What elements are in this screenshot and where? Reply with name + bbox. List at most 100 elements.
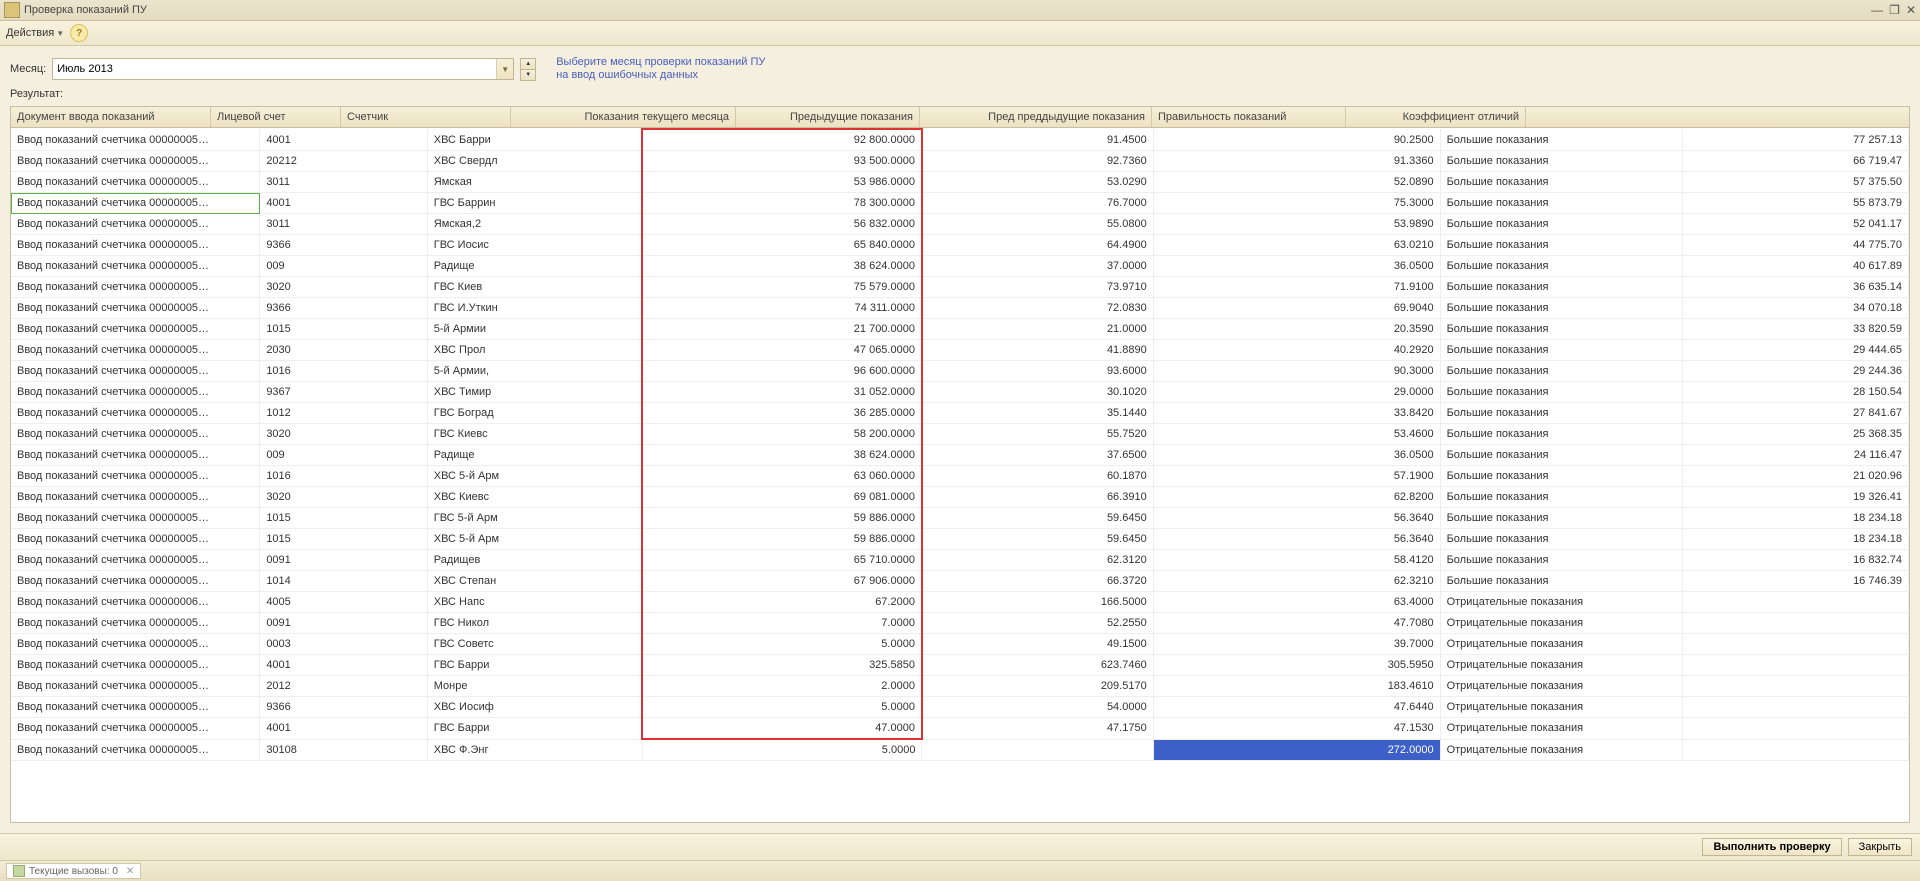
cell: 1016 [260,361,427,382]
cell: 20.3590 [1153,319,1440,340]
table-row[interactable]: Ввод показаний счетчика 00000005…1016ХВС… [11,466,1909,487]
cell: 91.3360 [1153,151,1440,172]
column-header[interactable]: Документ ввода показаний [11,107,211,127]
cell: 64.4900 [922,235,1153,256]
cell: 0091 [260,613,427,634]
column-header[interactable]: Счетчик [341,107,511,127]
month-spin-down[interactable]: ▼ [520,69,536,81]
cell: 9366 [260,697,427,718]
cell: 62.3210 [1153,571,1440,592]
cell: ХВС Напс [427,592,642,613]
cell: ГВС 5-й Арм [427,508,642,529]
cell: Ввод показаний счетчика 00000005… [11,655,260,676]
status-tab-close-icon[interactable]: ✕ [126,866,134,877]
cell: Большие показания [1440,403,1682,424]
table-row[interactable]: Ввод показаний счетчика 00000005…20212ХВ… [11,151,1909,172]
cell: 209.5170 [922,676,1153,697]
column-header[interactable]: Лицевой счет [211,107,341,127]
table-row[interactable]: Ввод показаний счетчика 00000005…4001ХВС… [11,129,1909,151]
close-icon[interactable]: ✕ [1906,3,1916,17]
cell: Большие показания [1440,382,1682,403]
grid-body[interactable]: Ввод показаний счетчика 00000005…4001ХВС… [11,128,1909,822]
table-row[interactable]: Ввод показаний счетчика 00000005…3020ГВС… [11,424,1909,445]
table-row[interactable]: Ввод показаний счетчика 00000005…9367ХВС… [11,382,1909,403]
month-dropdown-button[interactable]: ▼ [496,59,513,79]
table-row[interactable]: Ввод показаний счетчика 00000005…1012ГВС… [11,403,1909,424]
table-row[interactable]: Ввод показаний счетчика 00000005…2012Мон… [11,676,1909,697]
column-header[interactable]: Коэффициент отличий [1346,107,1526,127]
table-row[interactable]: Ввод показаний счетчика 00000005…1015ХВС… [11,529,1909,550]
status-bar: Текущие вызовы: 0 ✕ [0,860,1920,881]
cell: 47 065.0000 [642,340,922,361]
minimize-icon[interactable]: — [1871,3,1883,17]
cell: Большие показания [1440,487,1682,508]
cell: Большие показания [1440,214,1682,235]
table-row[interactable]: Ввод показаний счетчика 00000005…3020ГВС… [11,277,1909,298]
table-row[interactable]: Ввод показаний счетчика 00000005…1015ГВС… [11,508,1909,529]
run-check-button[interactable]: Выполнить проверку [1702,838,1841,856]
cell: 65 840.0000 [642,235,922,256]
table-row[interactable]: Ввод показаний счетчика 00000005…009Ради… [11,256,1909,277]
column-header[interactable]: Предыдущие показания [736,107,920,127]
cell: 66 719.47 [1682,151,1908,172]
table-row[interactable]: Ввод показаний счетчика 00000005…1014ХВС… [11,571,1909,592]
table-row[interactable]: Ввод показаний счетчика 00000005…2030ХВС… [11,340,1909,361]
cell: 69.9040 [1153,298,1440,319]
cell [1682,655,1908,676]
cell: 4001 [260,129,427,151]
column-header[interactable]: Правильность показаний [1152,107,1346,127]
cell: 66.3910 [922,487,1153,508]
table-row[interactable]: Ввод показаний счетчика 00000005…4001ГВС… [11,193,1909,214]
table-row[interactable]: Ввод показаний счетчика 00000005…30108ХВ… [11,739,1909,761]
status-tab[interactable]: Текущие вызовы: 0 ✕ [6,863,141,879]
month-spin-up[interactable]: ▲ [520,58,536,69]
cell: 56 832.0000 [642,214,922,235]
cell: Большие показания [1440,193,1682,214]
cell: 33 820.59 [1682,319,1908,340]
chevron-down-icon: ▼ [56,29,64,38]
cell: Большие показания [1440,319,1682,340]
actions-menu[interactable]: Действия ▼ [6,27,64,39]
table-row[interactable]: Ввод показаний счетчика 00000005…9366ГВС… [11,298,1909,319]
cell: Ввод показаний счетчика 00000005… [11,613,260,634]
table-row[interactable]: Ввод показаний счетчика 00000005…3011Ямс… [11,214,1909,235]
month-input[interactable] [53,59,496,79]
cell: 52.0890 [1153,172,1440,193]
table-row[interactable]: Ввод показаний счетчика 00000005…3011Ямс… [11,172,1909,193]
cell: 96 600.0000 [642,361,922,382]
column-header[interactable]: Пред преддыдущие показания [920,107,1152,127]
cell: 73.9710 [922,277,1153,298]
column-header[interactable]: Показания текущего месяца [511,107,736,127]
table-row[interactable]: Ввод показаний счетчика 00000005…009Ради… [11,445,1909,466]
table-row[interactable]: Ввод показаний счетчика 00000005…10155-й… [11,319,1909,340]
cell: Большие показания [1440,256,1682,277]
cell: Большие показания [1440,235,1682,256]
table-row[interactable]: Ввод показаний счетчика 00000005…9366ГВС… [11,235,1909,256]
hint-text: Выберите месяц проверки показаний ПУ на … [556,56,765,82]
help-icon[interactable]: ? [70,24,88,42]
cell: 21.0000 [922,319,1153,340]
cell: 36.0500 [1153,256,1440,277]
maximize-icon[interactable]: ❐ [1889,3,1900,17]
table-row[interactable]: Ввод показаний счетчика 00000005…0003ГВС… [11,634,1909,655]
table-row[interactable]: Ввод показаний счетчика 00000006…4005ХВС… [11,592,1909,613]
table-row[interactable]: Ввод показаний счетчика 00000005…0091Рад… [11,550,1909,571]
cell: 009 [260,256,427,277]
cell: 69 081.0000 [642,487,922,508]
table-row[interactable]: Ввод показаний счетчика 00000005…0091ГВС… [11,613,1909,634]
cell: Ввод показаний счетчика 00000005… [11,550,260,571]
cell: Ямская,2 [427,214,642,235]
close-button[interactable]: Закрыть [1848,838,1912,856]
cell: 21 700.0000 [642,319,922,340]
results-grid: Документ ввода показанийЛицевой счетСчет… [10,106,1910,823]
cell: Ввод показаний счетчика 00000005… [11,129,260,151]
table-row[interactable]: Ввод показаний счетчика 00000005…4001ГВС… [11,718,1909,740]
table-row[interactable]: Ввод показаний счетчика 00000005…10165-й… [11,361,1909,382]
cell: 3020 [260,424,427,445]
cell: 78 300.0000 [642,193,922,214]
cell: 37.0000 [922,256,1153,277]
table-row[interactable]: Ввод показаний счетчика 00000005…4001ГВС… [11,655,1909,676]
table-row[interactable]: Ввод показаний счетчика 00000005…3020ХВС… [11,487,1909,508]
table-row[interactable]: Ввод показаний счетчика 00000005…9366ХВС… [11,697,1909,718]
cell [1682,634,1908,655]
